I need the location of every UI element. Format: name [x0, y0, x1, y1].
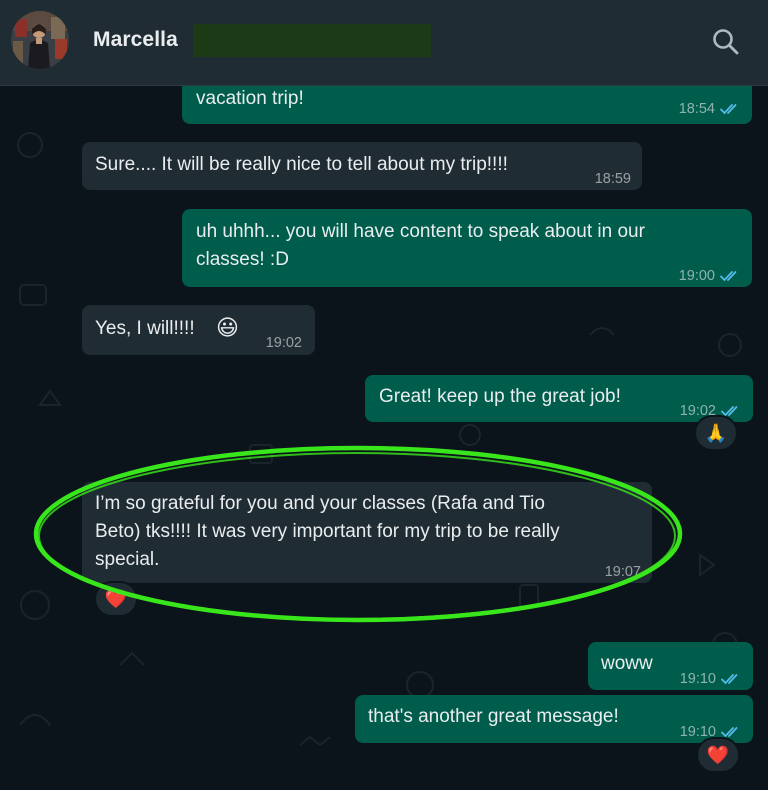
message-meta: 19:07 — [605, 558, 641, 586]
contact-name[interactable]: Marcella — [93, 28, 178, 52]
message-text: that's another great message! — [368, 706, 619, 727]
message-time: 19:00 — [678, 268, 715, 284]
message-text: Great! keep up the great job! — [379, 386, 621, 407]
chat-area[interactable]: vacation trip! 18:54 Sure.... It will be… — [0, 85, 768, 790]
message-text: woww — [601, 653, 653, 674]
smiley-emoji-icon: 😃 — [216, 315, 239, 340]
prayer-reaction-icon[interactable]: 🙏 — [694, 415, 738, 451]
message-text-line: Beto) tks!!!! It was very important for … — [95, 521, 560, 542]
message-text-line: I’m so grateful for you and your classes… — [95, 493, 545, 514]
avatar-photo — [11, 11, 69, 69]
message-time: 19:07 — [604, 564, 641, 580]
message-outgoing[interactable]: vacation trip! 18:54 — [182, 85, 752, 124]
message-meta: 19:00 — [679, 262, 742, 290]
message-text-line: classes! :D — [196, 249, 289, 270]
message-meta: 18:59 — [595, 165, 631, 193]
message-incoming-highlighted[interactable]: I’m so grateful for you and your classes… — [82, 482, 652, 583]
heart-reaction-icon[interactable]: ❤️ — [94, 581, 138, 617]
read-ticks-icon — [720, 104, 737, 115]
message-incoming[interactable]: Yes, I will!!!! 😃 19:02 — [82, 305, 315, 355]
read-ticks-icon — [721, 674, 738, 685]
message-outgoing[interactable]: Great! keep up the great job! 19:02 — [365, 375, 753, 422]
message-meta: 19:10 — [680, 665, 743, 693]
message-text: vacation trip! — [196, 88, 304, 109]
message-time: 19:10 — [679, 671, 716, 687]
heart-reaction-icon[interactable]: ❤️ — [696, 737, 740, 773]
message-text: Yes, I will!!!! — [95, 318, 195, 339]
search-button[interactable] — [706, 22, 746, 62]
message-time: 18:54 — [678, 101, 715, 117]
read-ticks-icon — [720, 271, 737, 282]
message-meta: 19:02 — [266, 329, 302, 357]
message-outgoing[interactable]: woww 19:10 — [588, 642, 753, 690]
search-icon — [713, 29, 739, 55]
message-text-line: uh uhhh... you will have content to spea… — [196, 221, 645, 242]
redaction-block — [193, 24, 431, 57]
message-text: Sure.... It will be really nice to tell … — [95, 154, 508, 175]
message-time: 18:59 — [594, 171, 631, 187]
contact-avatar[interactable] — [11, 11, 69, 69]
message-outgoing[interactable]: uh uhhh... you will have content to spea… — [182, 209, 752, 287]
message-meta: 18:54 — [679, 95, 742, 123]
chat-header: Marcella — [0, 0, 768, 86]
message-incoming[interactable]: Sure.... It will be really nice to tell … — [82, 142, 642, 190]
message-text-line: special. — [95, 549, 160, 570]
message-time: 19:02 — [265, 335, 302, 351]
message-outgoing[interactable]: that's another great message! 19:10 — [355, 695, 753, 743]
